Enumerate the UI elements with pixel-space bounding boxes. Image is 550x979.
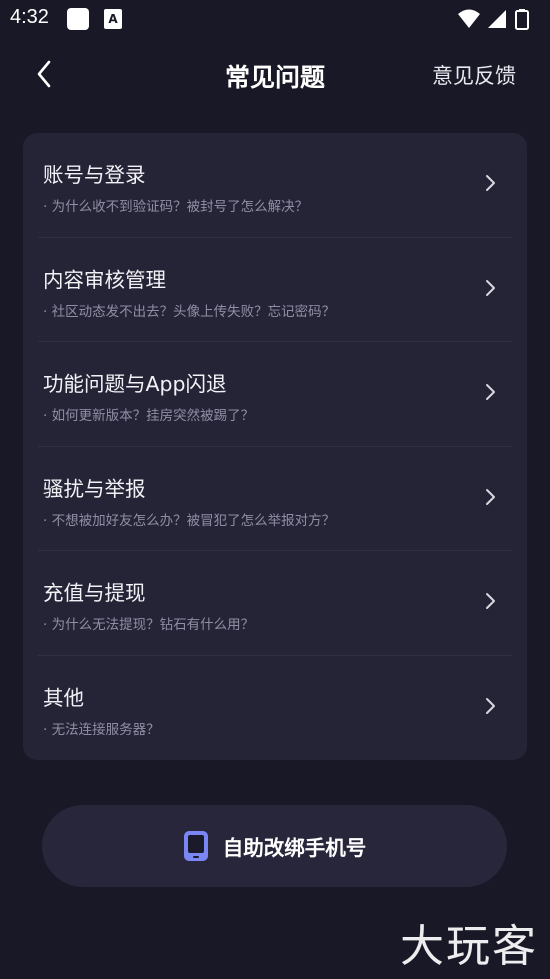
- faq-item-subtitle: · 无法连接服务器？: [43, 721, 160, 738]
- chevron-right-icon: [486, 697, 495, 714]
- notification-a-icon: A: [104, 9, 122, 29]
- notification-square-icon: [67, 8, 89, 30]
- faq-item-title: 功能问题与App闪退: [43, 372, 227, 396]
- faq-item-subtitle: · 为什么无法提现？钻石有什么用？: [43, 617, 255, 633]
- faq-item-app-crash[interactable]: 功能问题与App闪退 · 如何更新版本？挂房突然被踢了？: [38, 342, 512, 447]
- chevron-right-icon: [486, 175, 495, 191]
- header: 常见问题 意见反馈: [0, 48, 550, 100]
- faq-item-subtitle: · 不想被加好友怎么办？被冒犯了怎么举报对方？: [43, 512, 336, 529]
- faq-item-title: 骚扰与举报: [43, 476, 146, 501]
- status-time: 4:32: [10, 6, 49, 28]
- status-icons: [456, 8, 538, 30]
- chevron-right-icon: [486, 384, 495, 400]
- battery-icon: [515, 9, 529, 30]
- faq-item-title: 充值与提现: [43, 581, 146, 605]
- faq-list: 账号与登录 · 为什么收不到验证码？被封号了怎么解决？ 内容审核管理 · 社区动…: [23, 133, 527, 760]
- faq-item-subtitle: · 社区动态发不出去？头像上传失败？忘记密码？: [43, 303, 336, 320]
- chevron-right-icon: [486, 279, 495, 296]
- faq-item-title: 账号与登录: [43, 163, 146, 187]
- faq-item-title: 内容审核管理: [43, 267, 166, 292]
- chevron-right-icon: [486, 593, 495, 609]
- faq-item-recharge-withdraw[interactable]: 充值与提现 · 为什么无法提现？钻石有什么用？: [38, 551, 512, 656]
- faq-item-title: 其他: [43, 685, 84, 710]
- rebind-phone-label: 自助改绑手机号: [222, 836, 367, 860]
- phone-icon: [183, 831, 208, 861]
- faq-item-other[interactable]: 其他 · 无法连接服务器？: [38, 656, 512, 761]
- rebind-phone-button[interactable]: 自助改绑手机号: [42, 805, 507, 887]
- faq-item-subtitle: · 如何更新版本？挂房突然被踢了？: [43, 408, 255, 424]
- wifi-icon: [458, 9, 480, 28]
- faq-item-account-login[interactable]: 账号与登录 · 为什么收不到验证码？被封号了怎么解决？: [38, 133, 512, 238]
- signal-icon: [488, 10, 506, 28]
- status-bar: 4:32 A: [0, 0, 550, 38]
- watermark: 大玩客: [400, 921, 538, 972]
- chevron-right-icon: [486, 488, 495, 505]
- feedback-button[interactable]: 意见反馈: [432, 60, 516, 90]
- faq-item-harassment-report[interactable]: 骚扰与举报 · 不想被加好友怎么办？被冒犯了怎么举报对方？: [38, 447, 512, 551]
- faq-item-content-review[interactable]: 内容审核管理 · 社区动态发不出去？头像上传失败？忘记密码？: [38, 238, 512, 342]
- faq-item-subtitle: · 为什么收不到验证码？被封号了怎么解决？: [43, 199, 309, 215]
